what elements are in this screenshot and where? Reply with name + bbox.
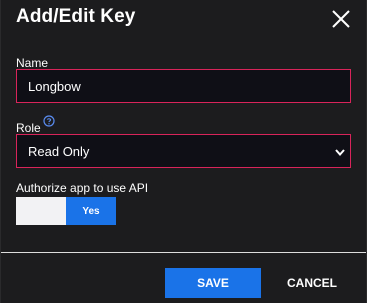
question-circle-icon[interactable]: [43, 115, 55, 127]
authorize-toggle[interactable]: Yes: [16, 197, 116, 225]
role-label: Role: [16, 121, 41, 135]
footer-divider: [1, 252, 366, 253]
role-select-value: Read Only: [28, 143, 90, 159]
add-edit-key-dialog: Add/Edit Key Name Longbow Role Read Only…: [0, 0, 367, 303]
chevron-down-icon: [335, 149, 345, 157]
name-input-value: Longbow: [28, 78, 81, 94]
close-icon: [332, 10, 350, 28]
role-select[interactable]: Read Only: [16, 134, 351, 168]
cancel-button[interactable]: CANCEL: [279, 268, 345, 298]
toggle-off-segment: [16, 197, 66, 225]
name-input[interactable]: Longbow: [16, 69, 351, 103]
toggle-on-segment: Yes: [66, 197, 116, 225]
save-button[interactable]: SAVE: [165, 268, 261, 298]
dialog-title: Add/Edit Key: [16, 6, 136, 27]
name-label: Name: [16, 56, 49, 70]
authorize-label: Authorize app to use API: [16, 181, 149, 195]
close-button[interactable]: [328, 6, 354, 32]
